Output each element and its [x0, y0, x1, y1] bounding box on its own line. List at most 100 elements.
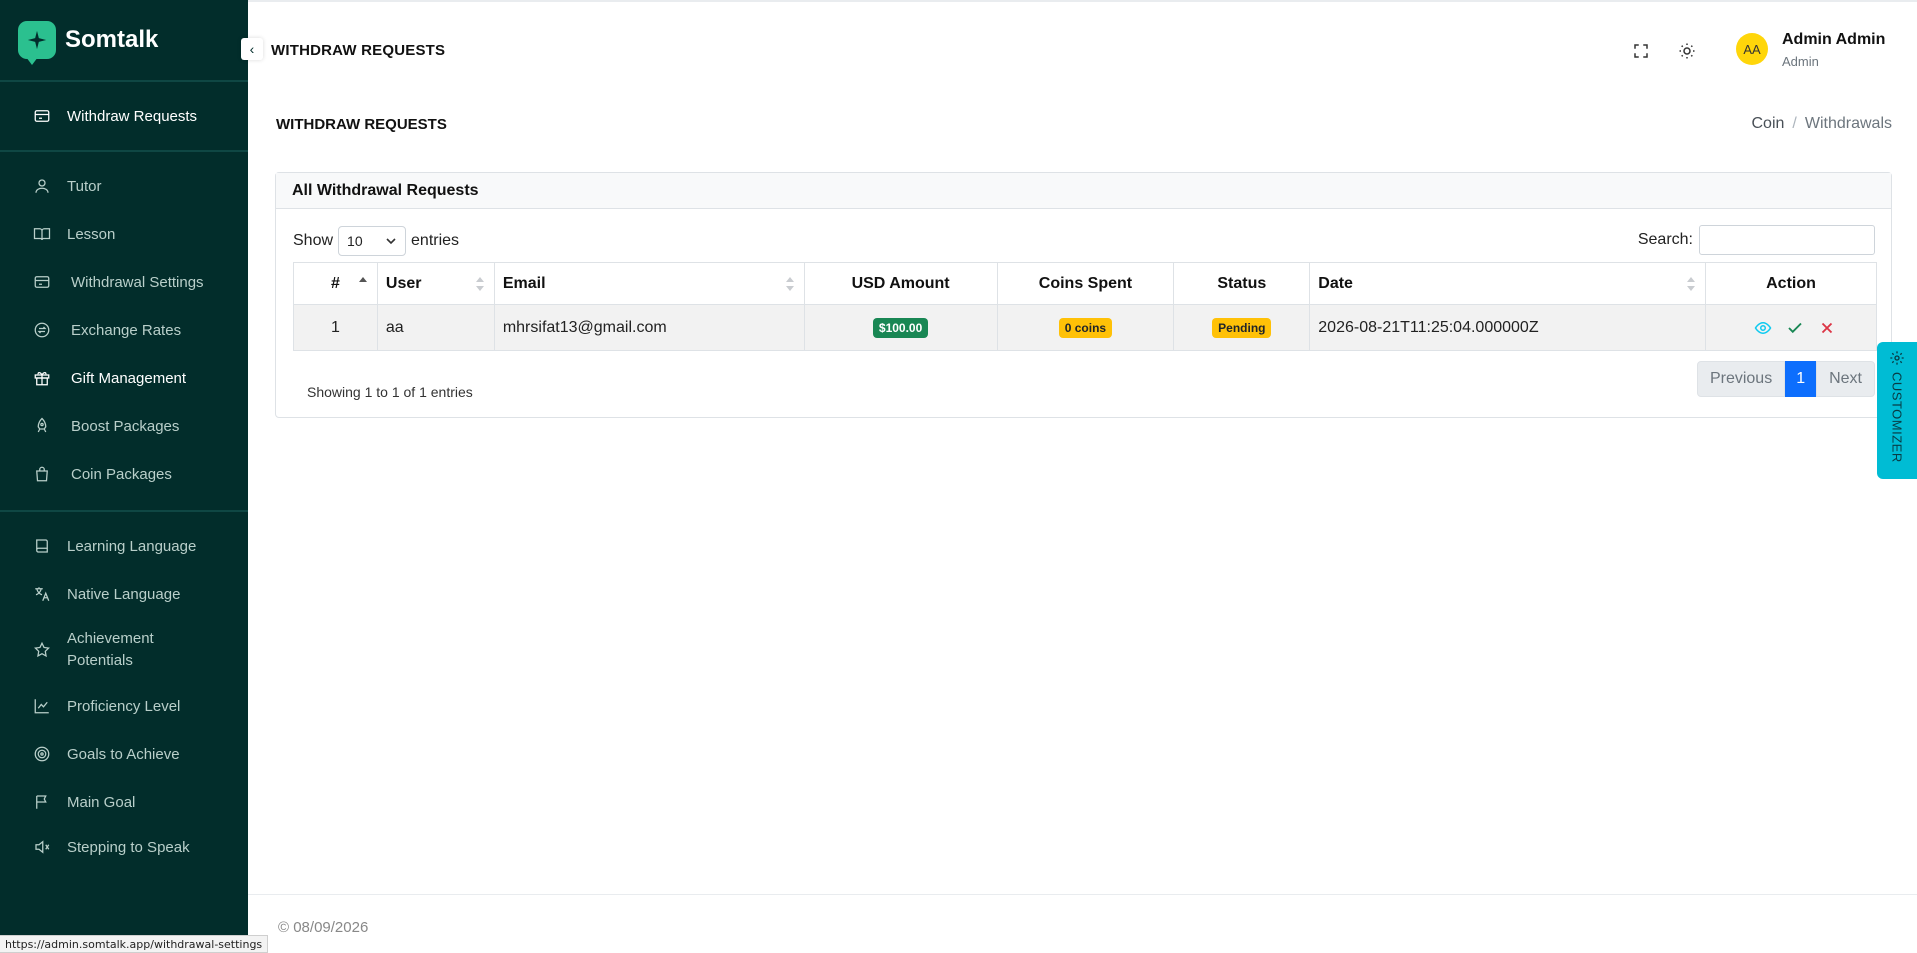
breadcrumb: Coin / Withdrawals [1752, 115, 1893, 133]
reject-close-icon[interactable] [1818, 319, 1836, 337]
sort-icon [1687, 277, 1696, 291]
fullscreen-icon[interactable] [1632, 42, 1650, 60]
page-length-control: Show 10 entries [293, 226, 459, 256]
table-info: Showing 1 to 1 of 1 entries [307, 384, 473, 400]
sidebar-collapse-button[interactable]: ‹ [241, 38, 263, 60]
sidebar-item-label: Stepping to Speak [67, 839, 190, 856]
sidebar-item-main-goal[interactable]: Main Goal [0, 778, 248, 826]
sidebar-item-label: Gift Management [71, 369, 187, 387]
sidebar-item-learning-language[interactable]: Learning Language [0, 522, 248, 570]
column-header-action: Action [1705, 262, 1877, 305]
user-role: Admin [1782, 54, 1819, 69]
sidebar-item-withdraw-requests[interactable]: Withdraw Requests [0, 82, 248, 150]
column-header-index[interactable]: # [293, 262, 378, 305]
row-actions [1714, 319, 1876, 337]
pagination-previous-button[interactable]: Previous [1696, 361, 1786, 397]
column-header-status: Status [1173, 262, 1311, 305]
sidebar-item-lesson[interactable]: Lesson [0, 210, 248, 258]
avatar[interactable]: AA [1736, 33, 1768, 65]
exchange-icon [33, 321, 51, 339]
sidebar-item-achievement-potentials[interactable]: Achievement Potentials [0, 618, 248, 682]
sidebar-item-boost-packages[interactable]: Boost Packages [0, 402, 248, 450]
speaker-icon [33, 838, 51, 856]
star-icon [33, 641, 51, 659]
sidebar-item-label: Boost Packages [71, 417, 180, 435]
flag-icon [33, 793, 51, 811]
sidebar-item-coin-packages[interactable]: Coin Packages [0, 450, 248, 498]
sidebar-item-label: Achievement Potentials [67, 630, 154, 669]
rocket-icon [33, 417, 51, 435]
card-icon [33, 107, 51, 125]
column-header-label: Action [1766, 274, 1816, 292]
sidebar-item-label: Lesson [67, 225, 116, 243]
sidebar-item-goals-to-achieve[interactable]: Goals to Achieve [0, 730, 248, 778]
column-header-user[interactable]: User [376, 262, 495, 305]
brand-name: Somtalk [65, 26, 159, 53]
sidebar-item-exchange-rates[interactable]: Exchange Rates [0, 306, 248, 354]
column-header-label: Email [502, 274, 546, 292]
approve-check-icon[interactable] [1786, 319, 1804, 337]
cell-coins-spent: 0 coins [996, 304, 1175, 351]
sidebar-item-label: Proficiency Level [67, 697, 181, 715]
cell-index: 1 [293, 304, 378, 351]
sidebar-item-proficiency-level[interactable]: Proficiency Level [0, 682, 248, 730]
search-label: Search: [1637, 231, 1693, 248]
coins-badge: 0 coins [1058, 317, 1113, 338]
chevron-down-icon [386, 238, 396, 245]
usd-amount-badge: $100.00 [872, 317, 929, 338]
entries-label: entries [411, 232, 460, 249]
column-header-email[interactable]: Email [493, 262, 805, 305]
user-icon [33, 177, 51, 195]
view-eye-icon[interactable] [1754, 319, 1772, 337]
bag-icon [33, 465, 51, 483]
customizer-tab[interactable]: CUSTOMIZER [1877, 342, 1917, 479]
card-title: All Withdrawal Requests [276, 173, 1891, 209]
cell-date: 2026-08-21T11:25:04.000000Z [1309, 304, 1707, 351]
pagination-page-button[interactable]: 1 [1785, 361, 1817, 397]
footer-divider [248, 894, 1917, 895]
cell-status: Pending [1173, 304, 1311, 351]
sidebar-item-tutor[interactable]: Tutor [0, 162, 248, 210]
sidebar-item-label: Main Goal [67, 793, 136, 811]
sidebar-item-label: Learning Language [67, 537, 197, 555]
column-header-date[interactable]: Date [1309, 262, 1707, 305]
brand[interactable]: Somtalk [0, 0, 248, 80]
sun-icon[interactable] [1678, 42, 1696, 60]
footer-text: © 08/09/2026 [278, 919, 369, 936]
sort-icon [785, 277, 794, 291]
pagination-next-button[interactable]: Next [1816, 361, 1875, 397]
book-open-icon [33, 225, 51, 243]
breadcrumb-link[interactable]: Coin [1752, 115, 1785, 133]
sidebar-item-stepping-to-speak[interactable]: Stepping to Speak [0, 826, 248, 856]
breadcrumb-current: Withdrawals [1804, 115, 1892, 132]
sidebar-item-label: Withdrawal Settings [71, 273, 204, 291]
withdrawals-card: All Withdrawal Requests Show 10 entries … [275, 172, 1892, 418]
column-header-label: Date [1318, 274, 1353, 292]
search-input[interactable] [1699, 225, 1875, 255]
user-name[interactable]: Admin Admin [1782, 31, 1885, 49]
page-length-value: 10 [347, 233, 363, 249]
pagination: Previous 1 Next [1696, 361, 1875, 397]
sidebar-item-label: Native Language [67, 585, 181, 603]
table-header-row: # User Email USD Amount Coins Spent Stat… [293, 262, 1877, 305]
column-header-label: User [385, 274, 422, 292]
topbar: WITHDRAW REQUESTS AA Admin Admin Admin [248, 0, 1917, 100]
brand-logo-icon [18, 21, 56, 65]
sidebar: Somtalk Withdraw Requests Tutor Lesson W… [0, 0, 248, 953]
page-length-select[interactable]: 10 [338, 226, 407, 256]
withdrawals-table: # User Email USD Amount Coins Spent Stat… [293, 262, 1877, 351]
book-icon [33, 537, 51, 555]
cell-user: aa [376, 304, 495, 351]
sort-icon [475, 277, 484, 291]
sidebar-item-withdrawal-settings[interactable]: Withdrawal Settings [0, 258, 248, 306]
sidebar-item-gift-management[interactable]: Gift Management [0, 354, 248, 402]
status-badge: Pending [1212, 317, 1272, 338]
column-header-label: USD Amount [851, 274, 950, 292]
show-label: Show [293, 232, 334, 249]
gift-icon [33, 369, 51, 387]
sidebar-item-label: Withdraw Requests [67, 107, 198, 125]
sidebar-item-native-language[interactable]: Native Language [0, 570, 248, 618]
sidebar-item-label: Coin Packages [71, 465, 172, 483]
translate-icon [33, 585, 51, 603]
cell-actions [1705, 304, 1877, 351]
